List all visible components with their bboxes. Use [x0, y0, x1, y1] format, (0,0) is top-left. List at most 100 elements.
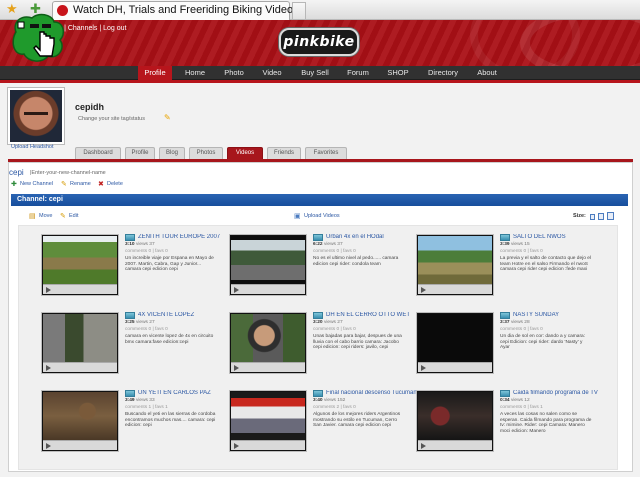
video-icon: [313, 312, 323, 319]
nav-directory[interactable]: Directory: [423, 66, 463, 80]
video-thumbnail[interactable]: [416, 234, 494, 296]
video-description: No es el ultimo nivel al pedo...... cama…: [313, 256, 399, 267]
video-views: views 27: [323, 320, 343, 325]
nav-photo[interactable]: Photo: [220, 66, 248, 80]
thumbnail-image: [43, 236, 117, 284]
player-controls[interactable]: [43, 362, 117, 372]
video-description: A veces las cosas no salen como se esper…: [500, 412, 592, 434]
video-length-views: 3:49 views 33: [125, 398, 155, 403]
video-comments: comments 0 | favs 0: [125, 249, 168, 254]
video-length-views: 3:39 views 15: [500, 242, 530, 247]
upload-headshot-link[interactable]: Upload Headshot: [11, 144, 54, 150]
video-thumbnail[interactable]: [41, 390, 119, 452]
pinkbike-logo[interactable]: pinkbike: [279, 28, 359, 56]
video-views: views 33: [135, 398, 155, 403]
video-card: Final nacional descenso Tucuman 2007 3:4…: [229, 386, 416, 464]
size-medium-icon[interactable]: [598, 213, 604, 220]
player-controls[interactable]: [418, 440, 492, 450]
play-icon[interactable]: [421, 443, 426, 449]
channel-name[interactable]: cepi: [9, 168, 24, 177]
upload-videos-link[interactable]: Upload Videos: [304, 213, 340, 219]
video-card: SALTO DEL NWOS 3:39 views 15 comments 0 …: [416, 230, 596, 308]
video-length: 3:49: [125, 398, 135, 403]
video-title[interactable]: UN YETI EN CARLOS PAZ: [138, 390, 211, 396]
video-length: 3:10: [125, 242, 135, 247]
nav-video[interactable]: Video: [258, 66, 286, 80]
nav-about[interactable]: About: [472, 66, 502, 80]
player-controls[interactable]: [231, 362, 305, 372]
nav-home[interactable]: Home: [180, 66, 210, 80]
delete-link[interactable]: Delete: [107, 181, 123, 187]
video-title[interactable]: 4X VICENTE LOPEZ: [138, 312, 194, 318]
video-length-views: 0:34 views 12: [500, 398, 530, 403]
video-views: views 15: [510, 242, 530, 247]
video-title[interactable]: SALTO DEL NWOS: [513, 234, 566, 240]
video-views: views 27: [135, 320, 155, 325]
video-title[interactable]: ZENITH TOUR EUROPE 2007: [138, 234, 220, 240]
tab-dashboard[interactable]: Dashboard: [75, 147, 121, 159]
play-icon[interactable]: [46, 365, 51, 371]
size-small-icon[interactable]: [590, 214, 595, 220]
video-description: Un increible viaje por Espana en Mayo de…: [125, 256, 214, 273]
nav-shop[interactable]: SHOP: [383, 66, 413, 80]
edit-pencil-icon[interactable]: ✎: [164, 113, 171, 122]
video-thumbnail[interactable]: [416, 312, 494, 374]
play-icon[interactable]: [234, 287, 239, 293]
play-icon[interactable]: [234, 365, 239, 371]
video-title[interactable]: Caida filmando programa de TV: [513, 390, 598, 396]
video-length: 3:37: [500, 320, 510, 325]
player-controls[interactable]: [418, 362, 492, 372]
tab-blog[interactable]: Blog: [159, 147, 185, 159]
video-title[interactable]: Final nacional descenso Tucuman 2007: [326, 390, 416, 396]
new-tab-button[interactable]: [292, 2, 306, 19]
video-thumbnail[interactable]: [229, 234, 307, 296]
tab-friends[interactable]: Friends: [267, 147, 301, 159]
player-controls[interactable]: [418, 284, 492, 294]
status-tagline[interactable]: Change your site tag/status: [78, 116, 145, 122]
video-thumbnail[interactable]: [229, 312, 307, 374]
video-length-views: 3:25 views 27: [125, 320, 155, 325]
video-description: La previa y el salto de contacto que dej…: [500, 256, 591, 273]
video-length-views: 3:40 views 152: [313, 398, 345, 403]
play-icon[interactable]: [421, 287, 426, 293]
video-thumbnail[interactable]: [416, 390, 494, 452]
video-description: Algunos de los mejores riders Argentinos…: [313, 412, 401, 429]
video-description: Unas bajadas para bajar, despues de una …: [313, 334, 402, 351]
play-icon[interactable]: [421, 365, 426, 371]
video-length: 3:20: [313, 320, 323, 325]
logo-text: pinkbike: [283, 34, 355, 50]
video-grid: ZENITH TOUR EUROPE 2007 3:10 views 37 co…: [18, 225, 618, 470]
video-title[interactable]: NASTY SUNDAY: [513, 312, 559, 318]
edit-link[interactable]: Edit: [69, 213, 78, 219]
tab-favorites[interactable]: Favorites: [305, 147, 347, 159]
play-icon[interactable]: [46, 443, 51, 449]
video-thumbnail[interactable]: [229, 390, 307, 452]
play-icon[interactable]: [234, 443, 239, 449]
video-thumbnail[interactable]: [41, 234, 119, 296]
tab-videos[interactable]: Videos: [227, 147, 263, 159]
video-length: 3:39: [500, 242, 510, 247]
video-comments: comments 1 | favs 1: [125, 405, 168, 410]
tab-profile[interactable]: Profile: [125, 147, 155, 159]
channel-name-input[interactable]: |Enter-your-new-channel-name: [30, 170, 106, 176]
tab-photos[interactable]: Photos: [189, 147, 223, 159]
nav-buy-sell[interactable]: Buy Sell: [296, 66, 334, 80]
move-link[interactable]: Move: [39, 213, 52, 219]
nav-forum[interactable]: Forum: [343, 66, 373, 80]
video-title[interactable]: Urban 4x en el HOdal: [326, 234, 384, 240]
size-large-icon[interactable]: [607, 212, 614, 220]
new-channel-link[interactable]: New Channel: [20, 181, 53, 187]
video-thumbnail[interactable]: [41, 312, 119, 374]
avatar[interactable]: [8, 88, 64, 144]
video-title[interactable]: DH EN EL CERRO OTTO WET: [326, 312, 410, 318]
player-controls[interactable]: [231, 284, 305, 294]
play-icon[interactable]: [46, 287, 51, 293]
video-comments: comments 0 | favs 0: [500, 327, 543, 332]
player-controls[interactable]: [231, 440, 305, 450]
player-controls[interactable]: [43, 440, 117, 450]
rename-link[interactable]: Rename: [70, 181, 91, 187]
video-comments: comments 2 | favs 0: [313, 405, 356, 410]
nav-profile[interactable]: Profile: [138, 66, 172, 80]
browser-tab-active[interactable]: Watch DH, Trials and Freeriding Biking V…: [52, 1, 299, 20]
player-controls[interactable]: [43, 284, 117, 294]
